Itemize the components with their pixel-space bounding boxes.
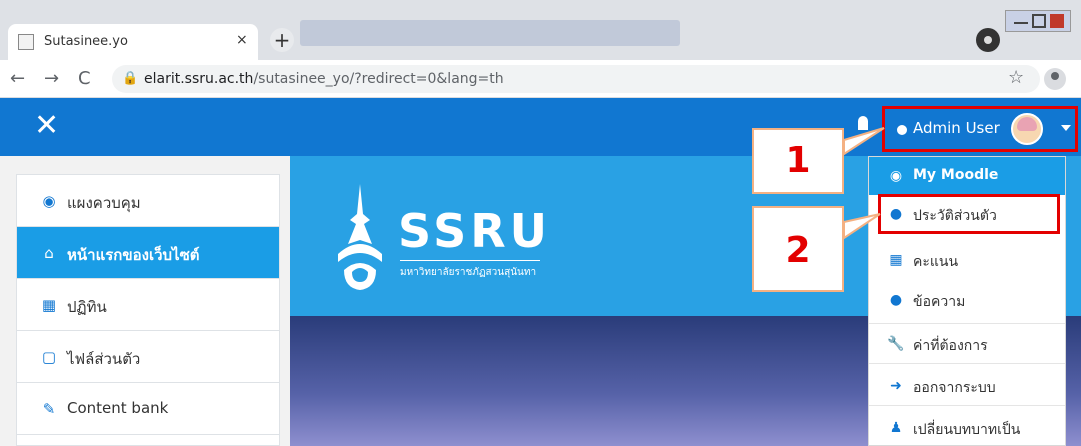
sign-out-icon: ➜ xyxy=(890,378,902,394)
paintbrush-icon: ✎ xyxy=(42,400,56,418)
ssru-emblem-icon xyxy=(338,184,382,290)
address-bar-row: ← → C 🔒 elarit.ssru.ac.th/sutasinee_yo/?… xyxy=(0,60,1081,98)
menu-item-logout[interactable]: ➜ ออกจากระบบ xyxy=(869,367,1065,405)
highlight-box-profile xyxy=(878,194,1060,234)
url-path: /sutasinee_yo/?redirect=0&lang=th xyxy=(253,71,504,87)
menu-item-label: เปลี่ยนบทบาทเป็น xyxy=(913,422,1021,438)
menu-item-grades[interactable]: ▦ คะแนน xyxy=(869,241,1065,279)
bookmark-star-icon[interactable]: ☆ xyxy=(1008,67,1024,88)
dashboard-icon: ◉ xyxy=(42,192,56,210)
comment-icon: ● xyxy=(889,292,903,308)
window-controls xyxy=(1005,10,1071,32)
message-icon xyxy=(897,125,907,135)
caret-down-icon xyxy=(1061,125,1071,131)
close-window-icon[interactable] xyxy=(1050,14,1064,28)
screenshot-root: Sutasinee.yo × + ← → C 🔒 elarit.ssru.ac.… xyxy=(0,0,1081,446)
menu-divider xyxy=(869,323,1065,324)
ssru-logo-text: SSRU xyxy=(398,204,551,258)
blurred-toolbar xyxy=(300,20,680,46)
menu-item-label: My Moodle xyxy=(913,167,999,183)
menu-divider xyxy=(869,363,1065,364)
menu-item-label: ข้อความ xyxy=(913,294,966,310)
favicon-icon xyxy=(18,34,34,50)
menu-item-my-moodle[interactable]: ◉ My Moodle xyxy=(869,157,1065,195)
avatar xyxy=(1011,113,1043,145)
lock-icon: 🔒 xyxy=(122,71,139,86)
new-tab-button[interactable]: + xyxy=(270,28,294,52)
menu-divider xyxy=(869,405,1065,406)
back-icon[interactable]: ← xyxy=(10,68,25,89)
url-input[interactable]: 🔒 elarit.ssru.ac.th/sutasinee_yo/?redire… xyxy=(112,65,1040,93)
nav-drawer: ◉ แผงควบคุม ⌂ หน้าแรกของเว็บไซต์ ▦ ปฏิทิ… xyxy=(0,156,290,446)
sidebar-item-label: หน้าแรกของเว็บไซต์ xyxy=(67,246,200,264)
browser-tab[interactable]: Sutasinee.yo × xyxy=(8,24,258,60)
sidebar-item-calendar[interactable]: ▦ ปฏิทิน xyxy=(17,279,279,331)
callout-box-1: 1 xyxy=(752,128,844,194)
callout-box-2: 2 xyxy=(752,206,844,292)
home-icon: ⌂ xyxy=(44,244,54,262)
callout-number-1: 1 xyxy=(785,140,811,181)
callout-number-2: 2 xyxy=(785,230,811,271)
account-icon[interactable] xyxy=(1044,68,1066,90)
browser-profile-icon[interactable] xyxy=(976,28,1000,52)
ssru-logo-subtitle: มหาวิทยาลัยราชภัฏสวนสุนันทา xyxy=(400,260,540,280)
file-icon: ▢ xyxy=(41,348,57,366)
sidebar-item-label: ไฟล์ส่วนตัว xyxy=(67,350,141,368)
table-icon: ▦ xyxy=(889,252,903,268)
sidebar-item-label: Content bank xyxy=(67,399,169,417)
menu-item-label: คะแนน xyxy=(913,254,959,270)
sidebar-item-dashboard[interactable]: ◉ แผงควบคุม xyxy=(17,175,279,227)
dashboard-icon: ◉ xyxy=(889,168,903,184)
user-name: Admin User xyxy=(913,119,1000,137)
sidebar-item-label: แผงควบคุม xyxy=(67,194,141,212)
notification-icon[interactable] xyxy=(858,116,868,130)
maximize-icon[interactable] xyxy=(1032,14,1046,28)
sidebar-list-2 xyxy=(16,434,280,446)
wrench-icon: 🔧 xyxy=(887,336,905,352)
tab-close-icon[interactable]: × xyxy=(236,32,248,48)
close-drawer-icon[interactable]: ✕ xyxy=(34,108,59,143)
calendar-icon: ▦ xyxy=(41,296,57,314)
sidebar-item-label: ปฏิทิน xyxy=(67,298,107,316)
menu-item-preferences[interactable]: 🔧 ค่าที่ต้องการ xyxy=(869,325,1065,363)
minimize-icon[interactable] xyxy=(1014,14,1028,24)
forward-icon[interactable]: → xyxy=(44,68,59,89)
sidebar-item-private-files[interactable]: ▢ ไฟล์ส่วนตัว xyxy=(17,331,279,383)
sidebar-list: ◉ แผงควบคุม ⌂ หน้าแรกของเว็บไซต์ ▦ ปฏิทิ… xyxy=(16,174,280,436)
url-text: elarit.ssru.ac.th/sutasinee_yo/?redirect… xyxy=(144,71,504,87)
tab-title: Sutasinee.yo xyxy=(44,34,128,49)
menu-item-switch-role[interactable]: ♟ เปลี่ยนบทบาทเป็น xyxy=(869,409,1065,446)
reload-icon[interactable]: C xyxy=(78,68,91,89)
user-secret-icon: ♟ xyxy=(889,420,903,436)
menu-item-label: ออกจากระบบ xyxy=(913,380,996,396)
menu-item-label: ค่าที่ต้องการ xyxy=(913,338,988,354)
url-host: elarit.ssru.ac.th xyxy=(144,71,254,87)
sidebar-item-site-home[interactable]: ⌂ หน้าแรกของเว็บไซต์ xyxy=(17,227,279,279)
user-menu-toggle[interactable]: Admin User xyxy=(882,106,1078,152)
browser-tabstrip: Sutasinee.yo × + xyxy=(0,0,1081,60)
menu-item-messages[interactable]: ● ข้อความ xyxy=(869,281,1065,319)
sidebar-item-content-bank[interactable]: ✎ Content bank xyxy=(17,383,279,435)
